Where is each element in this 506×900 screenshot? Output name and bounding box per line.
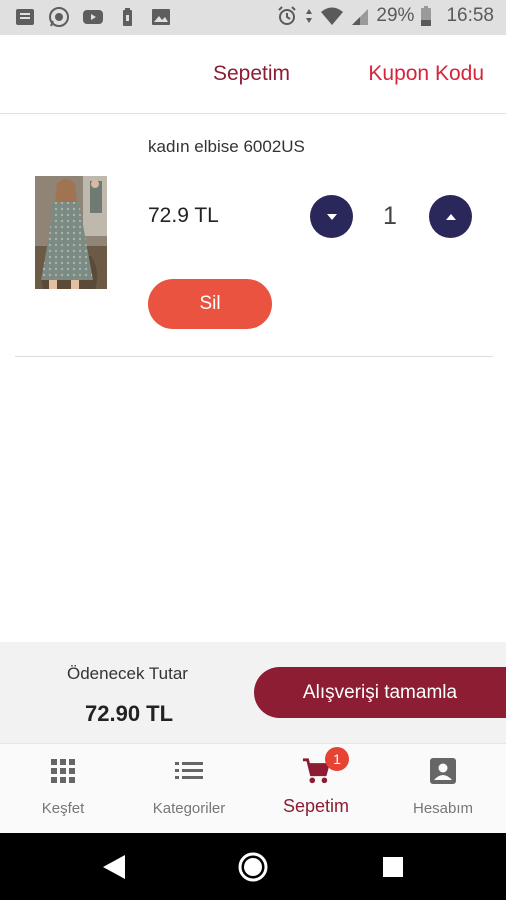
increase-quantity-button[interactable] xyxy=(429,195,472,238)
youtube-icon xyxy=(83,10,103,24)
decrease-quantity-button[interactable] xyxy=(310,195,353,238)
system-navigation-bar xyxy=(0,833,506,900)
alarm-icon xyxy=(278,6,297,25)
nav-label: Sepetim xyxy=(282,796,350,816)
coupon-code-link[interactable]: Kupon Kodu xyxy=(368,62,484,86)
cart-item: kadın elbise 6002US 72.9 TL 1 Sil xyxy=(15,115,493,357)
total-amount: 72.90 TL xyxy=(85,701,174,726)
header: Sepetim Kupon Kodu xyxy=(0,35,506,114)
total-label: Ödenecek Tutar xyxy=(67,664,188,683)
caret-up-icon xyxy=(445,213,456,220)
quantity-value: 1 xyxy=(383,202,397,230)
gallery-icon xyxy=(152,9,170,25)
list-icon xyxy=(175,757,203,785)
battery-icon xyxy=(421,6,432,26)
home-icon xyxy=(238,852,268,881)
battery-saver-icon xyxy=(123,8,132,26)
battery-percentage: 29% xyxy=(376,5,415,26)
nav-item-kategoriler[interactable]: Kategoriler xyxy=(126,744,252,834)
back-icon xyxy=(103,854,125,879)
whatsapp-icon xyxy=(49,7,69,27)
order-summary: Ödenecek Tutar 72.90 TL Alışverişi tamam… xyxy=(0,642,506,743)
app-screen: 29% 16:58 Sepetim Kupon Kodu kadın elbis… xyxy=(0,0,506,900)
home-button[interactable] xyxy=(213,833,293,900)
product-price: 72.9 TL xyxy=(148,204,219,227)
product-name: kadın elbise 6002US xyxy=(148,137,305,156)
signal-icon xyxy=(352,9,369,25)
nav-item-hesabim[interactable]: Hesabım xyxy=(380,744,506,834)
recents-icon xyxy=(383,856,403,877)
cart-count-badge: 1 xyxy=(325,747,349,771)
caret-down-icon xyxy=(326,213,337,220)
back-button[interactable] xyxy=(74,833,154,900)
account-icon xyxy=(429,757,457,785)
nav-label: Hesabım xyxy=(412,800,474,817)
page-title: Sepetim xyxy=(213,62,291,85)
nav-label: Kategoriler xyxy=(152,800,226,817)
delete-item-button[interactable]: Sil xyxy=(148,279,272,329)
nav-item-sepetim[interactable]: 1 Sepetim xyxy=(253,744,379,834)
data-arrows-icon xyxy=(306,9,313,23)
status-bar: 29% 16:58 xyxy=(0,0,506,35)
bottom-navigation: Keşfet Kategoriler 1 Sepetim Hesabım xyxy=(0,743,506,833)
nav-item-kesfet[interactable]: Keşfet xyxy=(0,744,126,834)
wifi-icon xyxy=(321,7,344,25)
checkout-button[interactable]: Alışverişi tamamla xyxy=(254,667,506,718)
grid-icon xyxy=(49,757,77,785)
nav-label: Keşfet xyxy=(41,800,85,817)
system-status: 29% 16:58 xyxy=(276,5,494,27)
clock: 16:58 xyxy=(446,5,494,26)
message-icon xyxy=(16,9,34,25)
product-image[interactable] xyxy=(35,176,107,289)
recents-button[interactable] xyxy=(353,833,433,900)
dress-photo xyxy=(35,176,107,289)
notification-icons xyxy=(14,6,172,28)
